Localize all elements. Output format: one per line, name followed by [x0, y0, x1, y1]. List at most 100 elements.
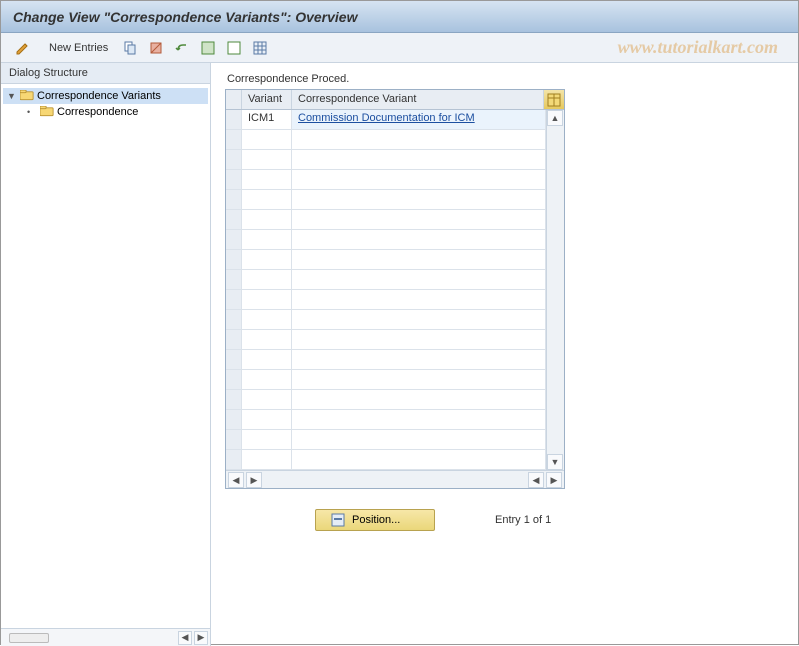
table-row[interactable]	[226, 230, 546, 250]
print-button[interactable]	[250, 38, 270, 58]
cell-variant[interactable]	[242, 450, 292, 469]
table-row[interactable]	[226, 190, 546, 210]
cell-variant[interactable]	[242, 290, 292, 309]
table-row[interactable]	[226, 270, 546, 290]
row-select-header[interactable]	[226, 90, 242, 109]
cell-variant[interactable]	[242, 170, 292, 189]
table-row[interactable]	[226, 370, 546, 390]
scroll-up-button[interactable]: ▲	[547, 110, 563, 126]
undo-button[interactable]	[172, 38, 192, 58]
scroll-left-button[interactable]: ◀	[178, 631, 192, 645]
cell-variant[interactable]	[242, 410, 292, 429]
cell-description[interactable]	[292, 130, 546, 149]
select-all-button[interactable]	[198, 38, 218, 58]
cell-variant[interactable]	[242, 370, 292, 389]
cell-variant[interactable]	[242, 210, 292, 229]
row-handle[interactable]	[226, 150, 242, 169]
cell-variant[interactable]	[242, 350, 292, 369]
delete-button[interactable]	[146, 38, 166, 58]
cell-variant[interactable]	[242, 430, 292, 449]
cell-description[interactable]	[292, 170, 546, 189]
scroll-right-button[interactable]: ▶	[246, 472, 262, 488]
cell-variant[interactable]	[242, 130, 292, 149]
table-row[interactable]	[226, 410, 546, 430]
cell-variant[interactable]	[242, 270, 292, 289]
cell-description[interactable]	[292, 190, 546, 209]
scroll-right-button[interactable]: ▶	[546, 472, 562, 488]
cell-description[interactable]	[292, 210, 546, 229]
horizontal-scrollbar[interactable]: ◀ ▶ ◀ ▶	[226, 470, 564, 488]
position-button[interactable]: Position...	[315, 509, 435, 531]
column-variant[interactable]: Variant	[242, 90, 292, 109]
row-handle[interactable]	[226, 430, 242, 449]
scroll-left-button[interactable]: ◀	[528, 472, 544, 488]
cell-variant[interactable]	[242, 150, 292, 169]
configure-columns-button[interactable]	[544, 90, 564, 109]
table-row[interactable]	[226, 310, 546, 330]
cell-description[interactable]	[292, 250, 546, 269]
cell-description[interactable]	[292, 430, 546, 449]
cell-variant[interactable]	[242, 250, 292, 269]
scroll-down-button[interactable]: ▼	[547, 454, 563, 470]
cell-description[interactable]	[292, 410, 546, 429]
page-title: Change View "Correspondence Variants": O…	[13, 9, 357, 25]
table-row[interactable]	[226, 350, 546, 370]
row-handle[interactable]	[226, 410, 242, 429]
vertical-scrollbar[interactable]: ▲ ▼	[546, 110, 564, 470]
row-handle[interactable]	[226, 270, 242, 289]
row-handle[interactable]	[226, 170, 242, 189]
cell-description[interactable]	[292, 450, 546, 469]
row-handle[interactable]	[226, 130, 242, 149]
scroll-left-button[interactable]: ◀	[228, 472, 244, 488]
row-handle[interactable]	[226, 110, 242, 129]
table-row[interactable]	[226, 430, 546, 450]
copy-button[interactable]	[120, 38, 140, 58]
cell-description[interactable]	[292, 150, 546, 169]
cell-description[interactable]	[292, 350, 546, 369]
table-row[interactable]	[226, 170, 546, 190]
cell-variant[interactable]	[242, 190, 292, 209]
expand-caret-icon[interactable]: ▼	[7, 91, 17, 101]
row-handle[interactable]	[226, 350, 242, 369]
cell-description[interactable]	[292, 390, 546, 409]
row-handle[interactable]	[226, 330, 242, 349]
resize-handle[interactable]	[9, 633, 49, 643]
table-row[interactable]: ICM1Commission Documentation for ICM	[226, 110, 546, 130]
cell-description[interactable]	[292, 370, 546, 389]
row-handle[interactable]	[226, 290, 242, 309]
cell-description[interactable]	[292, 230, 546, 249]
table-row[interactable]	[226, 450, 546, 470]
table-row[interactable]	[226, 330, 546, 350]
change-toggle-button[interactable]	[9, 38, 37, 58]
tree-node-correspondence[interactable]: • Correspondence	[3, 104, 208, 120]
row-handle[interactable]	[226, 210, 242, 229]
cell-variant[interactable]	[242, 230, 292, 249]
table-row[interactable]	[226, 150, 546, 170]
cell-variant[interactable]: ICM1	[242, 110, 292, 129]
table-row[interactable]	[226, 210, 546, 230]
deselect-all-button[interactable]	[224, 38, 244, 58]
row-handle[interactable]	[226, 230, 242, 249]
tree-node-correspondence-variants[interactable]: ▼ Correspondence Variants	[3, 88, 208, 104]
row-handle[interactable]	[226, 390, 242, 409]
cell-description[interactable]	[292, 310, 546, 329]
row-handle[interactable]	[226, 190, 242, 209]
row-handle[interactable]	[226, 250, 242, 269]
cell-variant[interactable]	[242, 330, 292, 349]
row-handle[interactable]	[226, 450, 242, 469]
cell-description[interactable]	[292, 270, 546, 289]
cell-description[interactable]: Commission Documentation for ICM	[292, 110, 546, 129]
row-handle[interactable]	[226, 310, 242, 329]
row-handle[interactable]	[226, 370, 242, 389]
cell-description[interactable]	[292, 290, 546, 309]
cell-variant[interactable]	[242, 390, 292, 409]
table-row[interactable]	[226, 390, 546, 410]
new-entries-button[interactable]: New Entries	[43, 40, 114, 56]
table-row[interactable]	[226, 130, 546, 150]
column-description[interactable]: Correspondence Variant	[292, 90, 544, 109]
table-row[interactable]	[226, 250, 546, 270]
scroll-right-button[interactable]: ▶	[194, 631, 208, 645]
cell-description[interactable]	[292, 330, 546, 349]
cell-variant[interactable]	[242, 310, 292, 329]
table-row[interactable]	[226, 290, 546, 310]
